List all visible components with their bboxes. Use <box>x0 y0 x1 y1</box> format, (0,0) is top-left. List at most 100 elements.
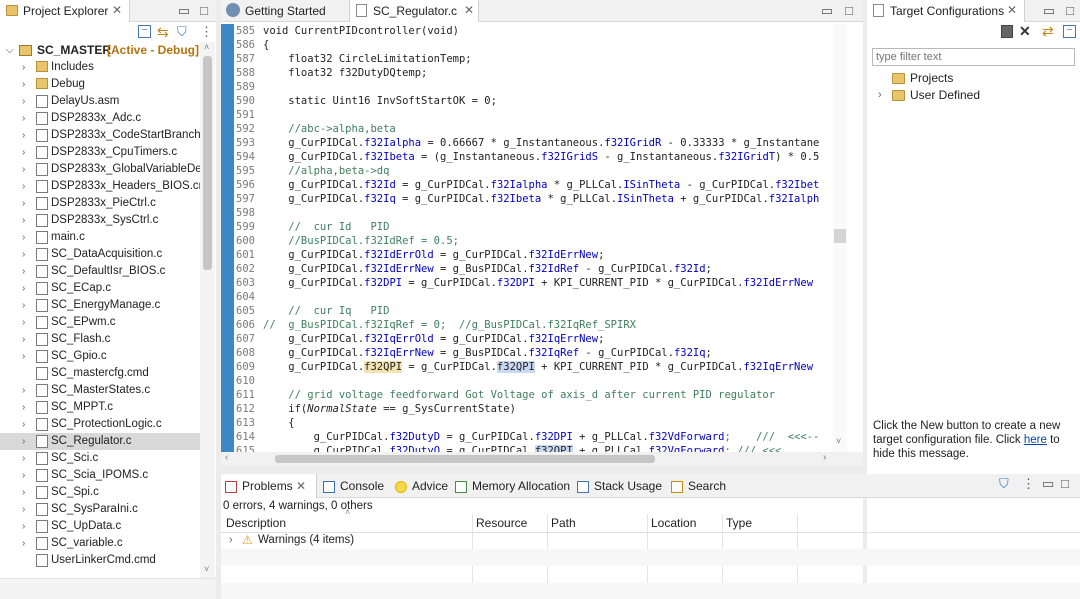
tree-item[interactable]: SC_mastercfg.cmd <box>0 365 200 382</box>
chevron-right-icon[interactable]: › <box>22 280 25 297</box>
code-editor[interactable]: 585 void CurrentPIDcontroller(void) 586 { 58… <box>236 24 832 452</box>
maximize-icon[interactable]: □ <box>196 3 212 19</box>
code-line[interactable]: 608 g_CurPIDCal.f32IqErrNew = g_BusPIDCa… <box>236 346 712 360</box>
editor-divider[interactable] <box>863 0 867 599</box>
tab-memory-allocation[interactable]: Memory Allocation <box>451 474 576 498</box>
tab-problems[interactable]: Problems ✕ <box>221 474 317 498</box>
code-line[interactable]: 596 g_CurPIDCal.f32Id = g_CurPIDCal.f32I… <box>236 178 819 192</box>
tree-item[interactable]: › DSP2833x_Adc.c <box>0 110 200 127</box>
code-line[interactable]: 614 g_CurPIDCal.f32DutyD = g_CurPIDCal.f… <box>236 430 819 444</box>
tree-item[interactable]: › SC_EPwm.c <box>0 314 200 331</box>
tab-sc-regulator[interactable]: SC_Regulator.c ✕ <box>349 0 479 22</box>
chevron-right-icon[interactable]: › <box>22 195 25 212</box>
tree-item[interactable]: › DSP2833x_CodeStartBranch.a <box>0 127 200 144</box>
tree-item[interactable]: › SC_Sci.c <box>0 450 200 467</box>
column-type[interactable]: Type <box>726 515 752 532</box>
minimize-icon[interactable]: ▭ <box>1042 476 1054 492</box>
tree-item[interactable]: › SC_Flash.c <box>0 331 200 348</box>
tree-item[interactable]: › SC_Regulator.c <box>0 433 200 450</box>
chevron-right-icon[interactable]: › <box>22 161 25 178</box>
chevron-right-icon[interactable]: › <box>22 450 25 467</box>
project-root[interactable]: ⌵ SC_MASTER [Active - Debug] <box>0 42 200 59</box>
tree-item[interactable]: › SC_UpData.c <box>0 518 200 535</box>
tree-item[interactable]: UserLinkerCmd.cmd <box>0 552 200 569</box>
chevron-down-icon[interactable]: ⌵ <box>6 42 14 59</box>
code-line[interactable]: 598 <box>236 206 263 220</box>
tab-advice[interactable]: Advice <box>391 474 454 498</box>
chevron-right-icon[interactable]: › <box>22 93 25 110</box>
tree-item[interactable]: › Debug <box>0 76 200 93</box>
tree-item[interactable]: › SC_variable.c <box>0 535 200 552</box>
chevron-right-icon[interactable]: › <box>22 535 25 552</box>
code-line[interactable]: 591 <box>236 108 263 122</box>
code-line[interactable]: 593 g_CurPIDCal.f32Ialpha = 0.66667 * g_… <box>236 136 819 150</box>
chevron-right-icon[interactable]: › <box>22 212 25 229</box>
filter-input[interactable] <box>872 48 1075 66</box>
code-line[interactable]: 590 static Uint16 InvSoftStartOK = 0; <box>236 94 497 108</box>
code-line[interactable]: 607 g_CurPIDCal.f32IqErrOld = g_CurPIDCa… <box>236 332 604 346</box>
column-description[interactable]: Description <box>226 515 286 532</box>
code-line[interactable]: 615 g_CurPIDCal.f32DutyQ = g_CurPIDCal.f… <box>236 444 781 452</box>
tree-item[interactable]: › DSP2833x_SysCtrl.c <box>0 212 200 229</box>
code-line[interactable]: 599 // cur Id PID <box>236 220 389 234</box>
editor-scrollbar[interactable]: ˅ <box>833 24 847 452</box>
tree-item[interactable]: › SC_SysParaIni.c <box>0 501 200 518</box>
chevron-right-icon[interactable]: › <box>22 501 25 518</box>
filter-icon[interactable]: ⛉ <box>177 24 187 40</box>
filter-icon[interactable]: ⛉ <box>999 476 1009 492</box>
tree-item[interactable]: › DSP2833x_GlobalVariableDef: <box>0 161 200 178</box>
bottom-divider[interactable] <box>221 466 863 474</box>
code-line[interactable]: 597 g_CurPIDCal.f32Iq = g_CurPIDCal.f32I… <box>236 192 819 206</box>
chevron-right-icon[interactable]: › <box>22 76 25 93</box>
code-line[interactable]: 612 if(NormalState == g_SysCurrentState) <box>236 402 516 416</box>
minimize-icon[interactable]: ▭ <box>819 3 835 19</box>
scroll-right-icon[interactable]: › <box>823 452 826 463</box>
code-line[interactable]: 594 g_CurPIDCal.f32Ibeta = (g_Instantane… <box>236 150 819 164</box>
tree-item[interactable]: › DSP2833x_CpuTimers.c <box>0 144 200 161</box>
remove-icon[interactable]: ✕ <box>1019 23 1031 40</box>
tab-console[interactable]: Console <box>319 474 390 498</box>
tab-search[interactable]: Search <box>667 474 732 498</box>
code-line[interactable]: 605 // cur Iq PID <box>236 304 389 318</box>
chevron-right-icon[interactable]: › <box>22 433 25 450</box>
tree-item[interactable]: › SC_MPPT.c <box>0 399 200 416</box>
chevron-right-icon[interactable]: › <box>22 382 25 399</box>
scroll-down-icon[interactable]: ˅ <box>204 564 209 574</box>
maximize-icon[interactable]: □ <box>841 3 857 19</box>
code-line[interactable]: 610 <box>236 374 263 388</box>
project-explorer-tab[interactable]: Project Explorer ✕ <box>0 0 130 22</box>
code-line[interactable]: 586 { <box>236 38 269 52</box>
chevron-right-icon[interactable]: › <box>229 532 233 549</box>
view-menu-icon[interactable]: ⋮ <box>200 24 213 40</box>
tree-item[interactable]: › main.c <box>0 229 200 246</box>
tree-item[interactable]: › SC_Spi.c <box>0 484 200 501</box>
chevron-right-icon[interactable]: › <box>22 416 25 433</box>
refresh-icon[interactable]: ⇄ <box>1042 23 1054 40</box>
tree-item[interactable]: › SC_DefaultIsr_BIOS.c <box>0 263 200 280</box>
scroll-left-icon[interactable]: ‹ <box>225 452 228 463</box>
chevron-right-icon[interactable]: › <box>22 297 25 314</box>
code-line[interactable]: 602 g_CurPIDCal.f32IdErrNew = g_BusPIDCa… <box>236 262 712 276</box>
target-config-tab[interactable]: Target Configurations ✕ <box>867 0 1025 22</box>
link-with-editor-icon[interactable]: ⇆ <box>157 24 169 41</box>
tree-item[interactable]: › DSP2833x_PieCtrl.c <box>0 195 200 212</box>
chevron-right-icon[interactable]: › <box>22 331 25 348</box>
chevron-right-icon[interactable]: › <box>22 518 25 535</box>
tree-item[interactable]: › Includes <box>0 59 200 76</box>
explorer-scrollbar[interactable]: ˄ ˅ <box>200 42 215 578</box>
hide-message-link[interactable]: here <box>1024 434 1047 446</box>
code-line[interactable]: 592 //abc->alpha,beta <box>236 122 396 136</box>
chevron-right-icon[interactable]: › <box>22 348 25 365</box>
tree-item[interactable]: › DelayUs.asm <box>0 93 200 110</box>
tree-item[interactable]: › SC_Gpio.c <box>0 348 200 365</box>
chevron-right-icon[interactable]: › <box>22 144 25 161</box>
code-line[interactable]: 606 // g_BusPIDCal.f32IqRef = 0; //g_BusP… <box>236 318 636 332</box>
chevron-right-icon[interactable]: › <box>22 178 25 195</box>
code-line[interactable]: 589 <box>236 80 263 94</box>
code-line[interactable]: 585 void CurrentPIDcontroller(void) <box>236 24 459 38</box>
code-line[interactable]: 609 g_CurPIDCal.f32QPI = g_CurPIDCal.f32… <box>236 360 813 374</box>
hscroll-thumb[interactable] <box>275 455 655 463</box>
code-line[interactable]: 600 //BusPIDCal.f32IdRef = 0.5; <box>236 234 459 248</box>
close-tab-icon[interactable]: ✕ <box>1007 3 1017 17</box>
code-line[interactable]: 595 //alpha,beta->dq <box>236 164 389 178</box>
